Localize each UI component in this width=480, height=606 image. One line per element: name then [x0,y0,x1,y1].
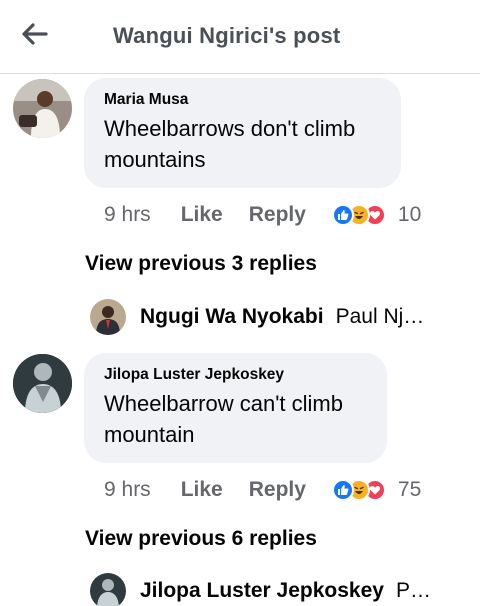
like-button[interactable]: Like [181,478,223,502]
view-previous-replies[interactable]: View previous 3 replies [85,252,317,276]
reply-author: Ngugi Wa Nyokabi [140,305,324,328]
back-arrow-icon [22,23,48,45]
reply-snippet: P… [395,579,431,602]
comment-author[interactable]: Maria Musa [104,91,381,109]
reply-author: Jilopa Luster Jepkoskey [140,579,384,602]
comment-text: Wheelbarrow can't climb mountain [104,391,343,447]
comment-bubble: Jilopa Luster Jepkoskey Wheelbarrow can'… [84,353,387,463]
like-button[interactable]: Like [181,203,223,227]
view-previous-replies[interactable]: View previous 6 replies [85,527,317,551]
avatar[interactable] [13,354,72,413]
page-title: Wangui Ngirici's post [113,23,341,48]
like-reaction-icon [331,479,354,501]
reply-snippet: Paul Nj… [335,305,425,328]
avatar[interactable] [13,79,72,138]
like-reaction-icon [331,204,354,226]
back-button[interactable] [18,20,52,48]
reactions-summary[interactable] [331,204,386,226]
reply-preview[interactable]: Jilopa Luster Jepkoskey P… [90,573,431,606]
avatar[interactable] [90,299,126,335]
comment-actions: 9 hrs Like Reply 10 [104,200,421,230]
reply-preview[interactable]: Ngugi Wa Nyokabi Paul Nj… [90,299,424,335]
reply-button[interactable]: Reply [249,203,306,227]
reaction-count[interactable]: 10 [398,203,421,227]
comment-text: Wheelbarrows don't climb mountains [104,116,356,172]
avatar[interactable] [90,573,126,606]
top-bar: Wangui Ngirici's post [0,0,480,74]
comment-author[interactable]: Jilopa Luster Jepkoskey [104,366,367,384]
reactions-summary[interactable] [331,479,386,501]
comment-timestamp[interactable]: 9 hrs [104,203,151,227]
comment-bubble: Maria Musa Wheelbarrows don't climb moun… [84,78,401,188]
reply-button[interactable]: Reply [249,478,306,502]
reaction-count[interactable]: 75 [398,478,421,502]
comment-actions: 9 hrs Like Reply 75 [104,475,421,505]
comment-timestamp[interactable]: 9 hrs [104,478,151,502]
